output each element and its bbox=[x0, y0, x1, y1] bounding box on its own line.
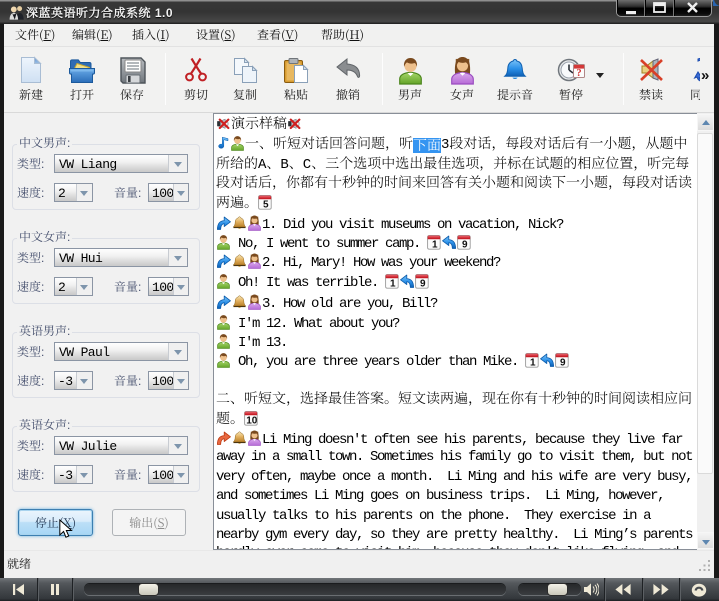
svg-text:10: 10 bbox=[246, 416, 258, 426]
svg-text:9: 9 bbox=[420, 279, 426, 289]
svg-text:9: 9 bbox=[462, 240, 468, 250]
svg-text:1: 1 bbox=[390, 279, 396, 289]
svg-text:5: 5 bbox=[263, 200, 269, 210]
svg-text:?: ? bbox=[576, 68, 581, 79]
svg-text:9: 9 bbox=[560, 358, 566, 368]
svg-text:1: 1 bbox=[530, 358, 536, 368]
svg-text:1: 1 bbox=[432, 240, 438, 250]
